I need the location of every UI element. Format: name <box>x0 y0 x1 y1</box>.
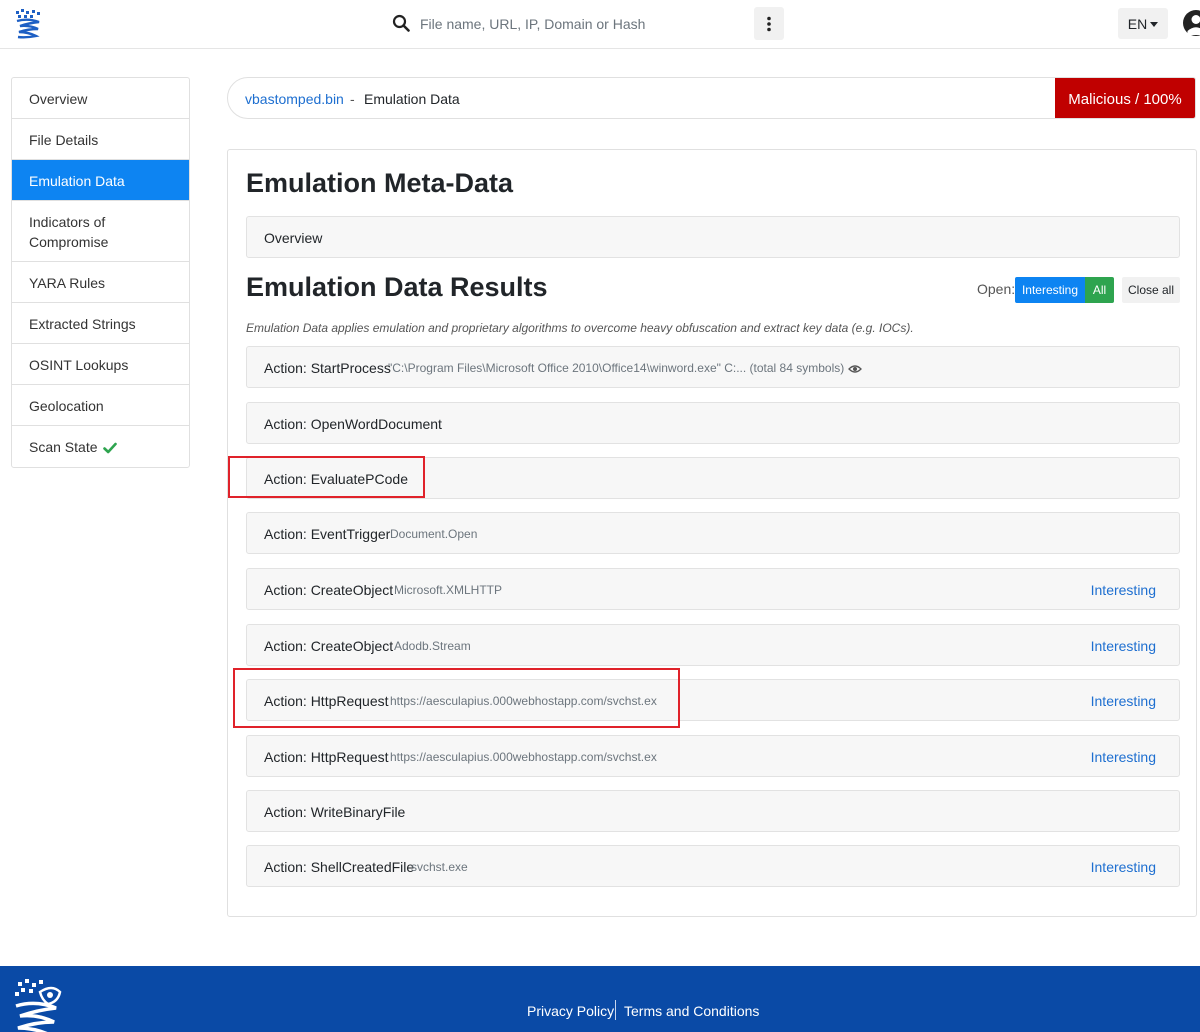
sidebar-item-indicators-of-compromise[interactable]: Indicators of Compromise <box>12 201 189 262</box>
highlight-box <box>233 668 680 728</box>
search-bar <box>386 7 784 40</box>
privacy-policy-link[interactable]: Privacy Policy <box>527 1003 614 1019</box>
action-label: Action: WriteBinaryFile <box>264 804 406 820</box>
sidebar-item-emulation-data[interactable]: Emulation Data <box>12 160 189 201</box>
highlight-box <box>228 456 425 498</box>
action-label: Action: HttpRequest <box>264 749 389 765</box>
action-detail-text: "C:\Program Files\Microsoft Office 2010\… <box>388 361 845 375</box>
action-detail: "C:\Program Files\Microsoft Office 2010\… <box>388 361 863 375</box>
verdict-badge: Malicious / 100% <box>1055 78 1195 118</box>
sidebar-item-osint-lookups[interactable]: OSINT Lookups <box>12 344 189 385</box>
action-row[interactable]: Action: CreateObject Microsoft.XMLHTTP I… <box>246 568 1180 610</box>
footer: Privacy Policy Terms and Conditions <box>0 966 1200 1032</box>
open-label: Open: <box>977 281 1016 297</box>
breadcrumb: vbastomped.bin - Emulation Data Maliciou… <box>227 77 1196 119</box>
user-account-icon[interactable] <box>1182 9 1200 37</box>
language-selector[interactable]: EN <box>1118 8 1168 39</box>
breadcrumb-current-page: Emulation Data <box>364 91 460 107</box>
open-interesting-button[interactable]: Interesting <box>1015 277 1085 303</box>
sidebar-item-label: Scan State <box>29 439 98 455</box>
close-all-button[interactable]: Close all <box>1122 277 1180 303</box>
breadcrumb-file-link[interactable]: vbastomped.bin <box>245 91 344 107</box>
sidebar-item-file-details[interactable]: File Details <box>12 119 189 160</box>
interesting-tag[interactable]: Interesting <box>1091 859 1156 875</box>
overview-accordion[interactable]: Overview <box>246 216 1180 258</box>
action-label: Action: StartProcess <box>264 360 391 376</box>
emulation-card: Emulation Meta-Data Overview Emulation D… <box>227 149 1197 917</box>
sidebar-item-label: Emulation Data <box>29 173 125 189</box>
sidebar-item-geolocation[interactable]: Geolocation <box>12 385 189 426</box>
action-detail: Document.Open <box>390 527 478 541</box>
sidebar-item-overview[interactable]: Overview <box>12 78 189 119</box>
sidebar-item-yara-rules[interactable]: YARA Rules <box>12 262 189 303</box>
sidebar-item-label: YARA Rules <box>29 275 105 291</box>
chevron-down-icon <box>1150 21 1159 27</box>
interesting-tag[interactable]: Interesting <box>1091 638 1156 654</box>
interesting-tag[interactable]: Interesting <box>1091 693 1156 709</box>
action-detail: https://aesculapius.000webhostapp.com/sv… <box>390 750 657 764</box>
top-bar: EN <box>0 0 1200 49</box>
action-row[interactable]: Action: HttpRequest https://aesculapius.… <box>246 735 1180 777</box>
action-detail: Adodb.Stream <box>394 639 471 653</box>
action-detail: Microsoft.XMLHTTP <box>394 583 503 597</box>
action-label: Action: ShellCreatedFile <box>264 859 415 875</box>
action-row[interactable]: Action: EventTrigger Document.Open <box>246 512 1180 554</box>
sidebar-item-label: File Details <box>29 132 99 148</box>
action-row[interactable]: Action: CreateObject Adodb.Stream Intere… <box>246 624 1180 666</box>
action-label: Action: CreateObject <box>264 638 394 654</box>
results-description: Emulation Data applies emulation and pro… <box>246 321 914 335</box>
footer-logo-icon <box>15 979 62 1032</box>
sidebar-item-label: Indicators of Compromise <box>29 214 109 250</box>
sidebar-item-label: Extracted Strings <box>29 316 136 332</box>
action-row[interactable]: Action: WriteBinaryFile <box>246 790 1180 832</box>
meta-data-heading: Emulation Meta-Data <box>246 168 514 198</box>
breadcrumb-separator: - <box>350 91 355 107</box>
action-label: Action: CreateObject <box>264 582 394 598</box>
results-heading: Emulation Data Results <box>246 272 548 302</box>
sidebar-item-label: Geolocation <box>29 398 104 414</box>
action-label: Action: OpenWordDocument <box>264 416 442 432</box>
action-label: Action: EventTrigger <box>264 526 391 542</box>
check-icon <box>102 442 117 454</box>
sidebar-nav: Overview File Details Emulation Data Ind… <box>11 77 190 468</box>
action-row[interactable]: Action: OpenWordDocument <box>246 402 1180 444</box>
kebab-menu-icon <box>767 16 771 31</box>
sidebar-item-label: OSINT Lookups <box>29 357 129 373</box>
eye-icon[interactable] <box>848 364 863 374</box>
sidebar-item-label: Overview <box>29 91 88 107</box>
action-row[interactable]: Action: ShellCreatedFile svchst.exe Inte… <box>246 845 1180 887</box>
terms-link[interactable]: Terms and Conditions <box>624 1003 759 1019</box>
language-label: EN <box>1127 15 1148 32</box>
search-icon[interactable] <box>392 14 410 32</box>
search-options-button[interactable] <box>754 7 784 40</box>
interesting-tag[interactable]: Interesting <box>1091 749 1156 765</box>
action-detail: svchst.exe <box>411 860 468 874</box>
sidebar-item-extracted-strings[interactable]: Extracted Strings <box>12 303 189 344</box>
brand-logo-icon[interactable] <box>14 9 42 39</box>
interesting-tag[interactable]: Interesting <box>1091 582 1156 598</box>
open-all-button[interactable]: All <box>1085 277 1114 303</box>
sidebar-item-scan-state[interactable]: Scan State <box>12 426 189 467</box>
search-input[interactable] <box>414 7 744 40</box>
action-row[interactable]: Action: StartProcess "C:\Program Files\M… <box>246 346 1180 388</box>
footer-divider <box>615 1000 616 1020</box>
